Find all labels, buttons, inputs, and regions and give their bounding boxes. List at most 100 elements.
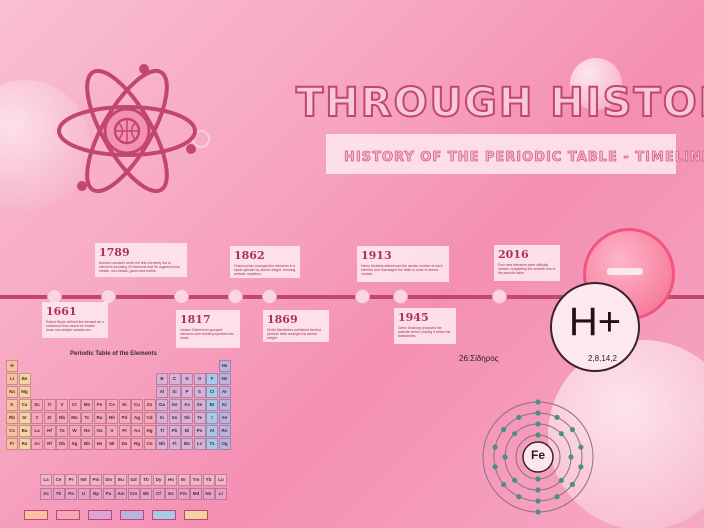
element-cell: N [181,373,193,385]
element-cell: Sr [18,412,31,424]
element-cell: Es [165,488,177,500]
element-cell: Xe [218,412,231,424]
atom-icon [57,64,197,194]
element-cell: Nh [156,438,168,450]
timeline-card-1817[interactable]: 1817 Johann Döbereiner grouped elements … [176,310,240,348]
element-cell: Lv [193,438,206,450]
element-cell: Rh [106,412,118,424]
timeline-dot[interactable] [262,289,277,304]
element-cell: Po [193,425,206,437]
element-cell: Ge [168,399,181,411]
element-cell: Kr [218,399,231,411]
timeline-year: 1789 [99,246,130,259]
electron [512,431,518,437]
element-cell: V [56,399,68,411]
element-cell: Nd [77,474,90,486]
element-cell: Li [6,373,18,385]
element-cell: Tb [140,474,152,486]
timeline-dot[interactable] [393,289,408,304]
electron [558,477,564,483]
timeline-dot[interactable] [174,289,189,304]
electron [535,410,541,416]
element-cell: Rf [43,438,56,450]
element-cell: Sm [102,474,115,486]
legend-chip [152,510,176,520]
electron [569,426,576,433]
element-cell: Md [190,488,202,500]
timeline-card-2016[interactable]: 2016 Four new elements were officially n… [494,245,560,281]
hydrogen-symbol: H+ [568,300,622,344]
electron [512,477,518,483]
element-cell: Sc [31,399,43,411]
element-cell: Mg [18,386,31,398]
electron [502,454,508,460]
element-cell: Ti [43,399,56,411]
page-subtitle: HISTORY OF THE PERIODIC TABLE - TIMELINE [344,150,704,166]
electron [535,487,541,493]
page-title: THROUGH HISTORY [295,79,704,127]
timeline-desc: Dmitri Mendeleev published the first per… [267,328,321,341]
electron [516,414,522,420]
element-cell: Gd [127,474,140,486]
element-cell: Tl [156,425,168,437]
element-cell: Lu [215,474,227,486]
electron [535,432,541,438]
electron [500,481,507,488]
electron-config: 2,8,14,2 [588,354,617,363]
element-cell: Cl [206,386,218,398]
element-cell: K [6,399,18,411]
element-cell: No [202,488,215,500]
timeline-card-1862[interactable]: 1862 Chancourtois arranged the elements … [230,246,300,278]
element-cell: I [206,412,218,424]
element-cell: Ba [18,425,31,437]
element-cell: Cd [143,412,156,424]
element-cell: Dy [152,474,165,486]
timeline-card-1661[interactable]: 1661 Robert Boyle defined the element as… [42,302,108,338]
timeline-card-1945[interactable]: 1945 Glenn Seaborg proposed the actinide… [394,308,456,344]
electron [500,426,507,433]
element-cell: Ds [118,438,131,450]
element-cell: Bk [140,488,152,500]
element-cell: Ce [52,474,65,486]
electron [554,414,560,420]
timeline-card-1869[interactable]: 1869 Dmitri Mendeleev published the firs… [263,310,329,342]
element-cell: B [156,373,168,385]
element-cell: C [168,373,181,385]
element-cell: Er [177,474,190,486]
timeline-dot[interactable] [492,289,507,304]
timeline-desc: Four new elements were officially named,… [498,263,556,276]
timeline-desc: Chancourtois arranged the elements in a … [234,264,296,277]
element-cell: Ac [40,488,52,500]
periodic-table-title: Periodic Table of the Elements [70,351,157,357]
element-cell: Ra [18,438,31,450]
timeline-desc: Henry Moseley determined the atomic numb… [361,264,443,277]
element-cell: Cm [127,488,140,500]
element-cell: Mo [68,412,81,424]
electron [535,421,541,427]
timeline-dot[interactable] [228,289,243,304]
element-cell: Bh [81,438,93,450]
legend-chip [184,510,208,520]
element-cell: Pa [65,488,77,500]
electron [569,481,576,488]
element-cell: Pm [90,474,102,486]
timeline-year: 2016 [498,248,529,261]
electron [492,464,498,470]
element-cell: Au [131,425,143,437]
element-cell: Cf [152,488,165,500]
element-cell: Rg [131,438,143,450]
element-cell: Th [52,488,65,500]
element-cell: Fl [168,438,181,450]
timeline-dot[interactable] [355,289,370,304]
element-cell: O [193,373,206,385]
element-cell: Na [6,386,18,398]
electron [516,494,522,500]
legend-chip [88,510,112,520]
timeline-year: 1869 [267,313,298,326]
timeline-card-1789[interactable]: 1789 Antoine Lavoisier wrote the first c… [95,243,187,277]
electron [554,494,560,500]
element-cell: Tm [190,474,202,486]
timeline-card-1913[interactable]: 1913 Henry Moseley determined the atomic… [357,246,449,282]
timeline-year: 1913 [361,249,392,262]
element-cell: Lr [215,488,227,500]
